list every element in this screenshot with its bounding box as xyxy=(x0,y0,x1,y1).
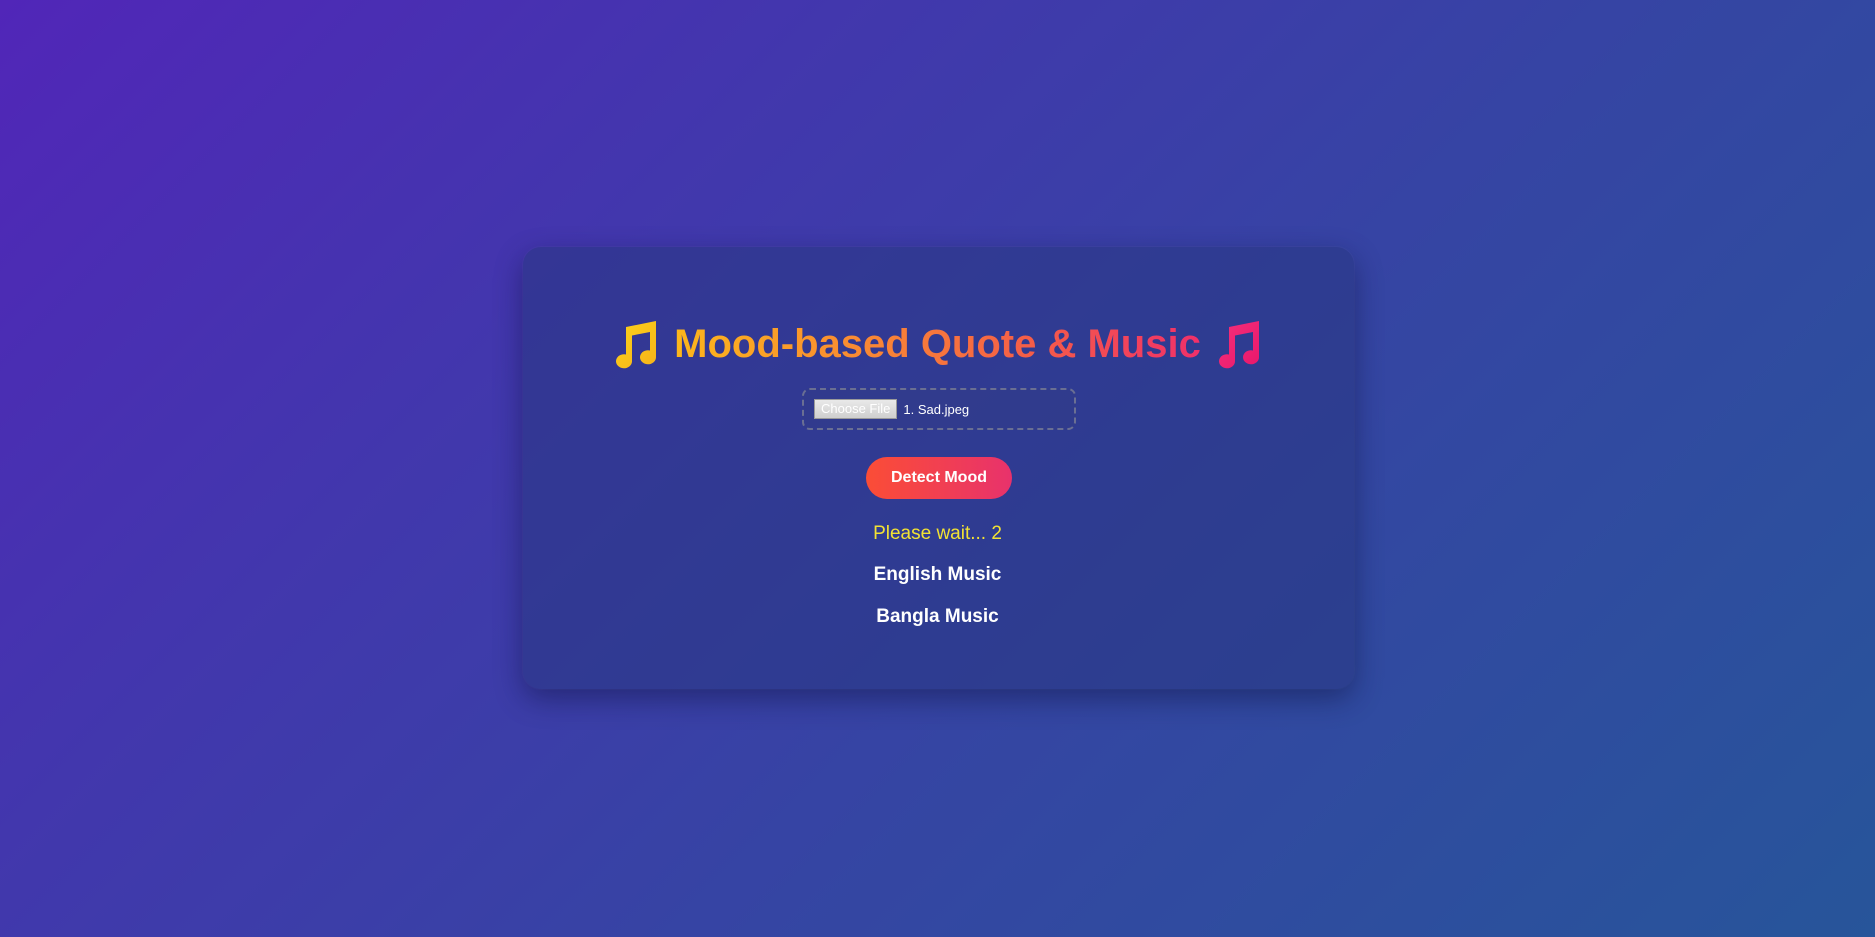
file-upload-area[interactable]: Choose File 1. Sad.jpeg xyxy=(802,388,1076,430)
status-message: Please wait... 2 xyxy=(873,523,1002,544)
detect-mood-button[interactable]: Detect Mood xyxy=(866,457,1012,499)
english-music-heading: English Music xyxy=(873,564,1002,585)
music-note-icon xyxy=(1215,319,1263,369)
choose-file-button[interactable]: Choose File xyxy=(814,399,898,419)
music-note-icon xyxy=(612,319,660,369)
bangla-music-heading: Bangla Music xyxy=(876,606,999,627)
title-text: Mood-based Quote & Music xyxy=(674,314,1201,374)
page-title: Mood-based Quote & Music xyxy=(0,314,1875,374)
selected-file-name: 1. Sad.jpeg xyxy=(903,401,970,417)
